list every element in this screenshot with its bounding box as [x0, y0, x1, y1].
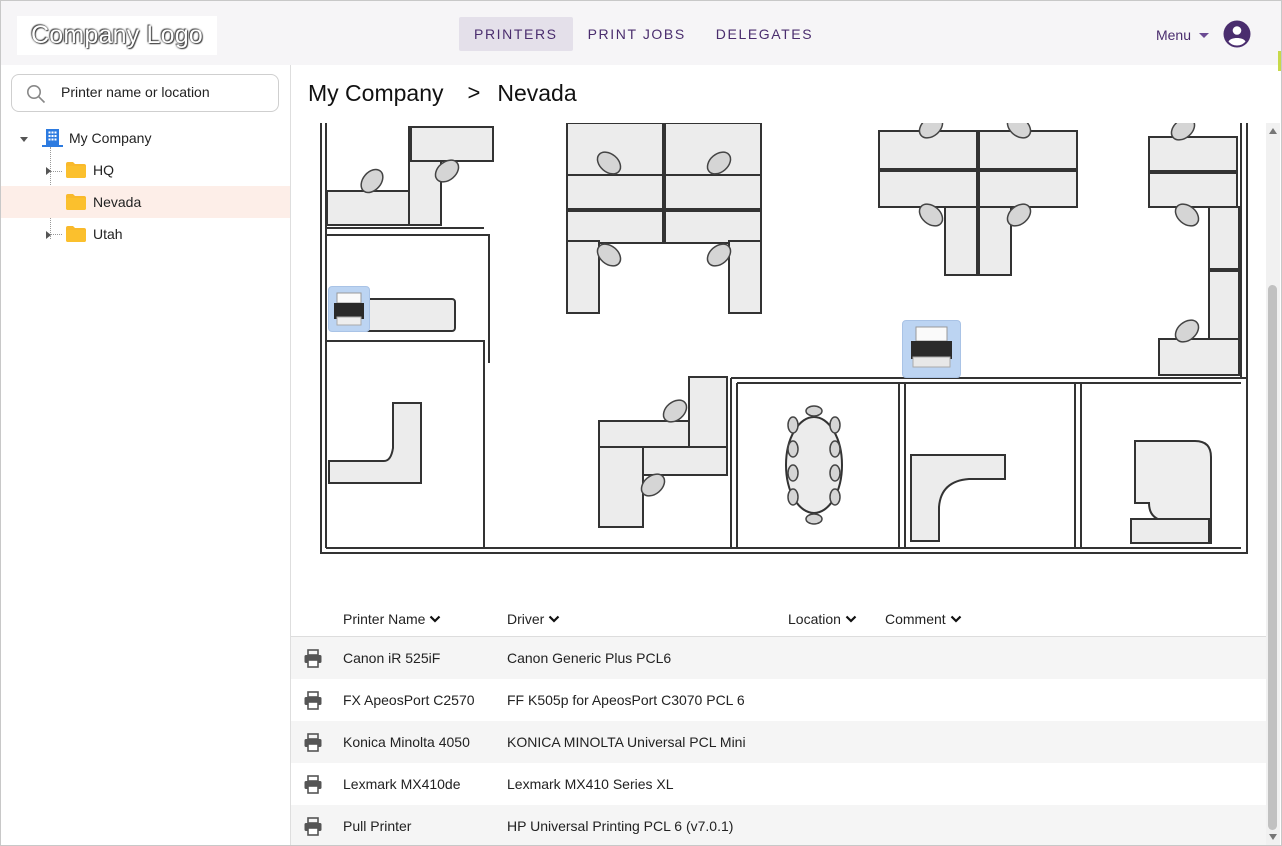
printer-name: Canon iR 525iF — [343, 650, 441, 666]
printer-icon — [304, 649, 322, 668]
expand-toggle-icon[interactable] — [20, 137, 28, 142]
chevron-down-icon — [549, 615, 560, 623]
printer-marker[interactable] — [328, 286, 370, 332]
table-row[interactable]: FX ApeosPort C2570 FF K505p for ApeosPor… — [291, 679, 1266, 721]
breadcrumb: My Company > Nevada — [308, 80, 577, 107]
table-row[interactable]: Pull Printer HP Universal Printing PCL 6… — [291, 805, 1266, 845]
search-box — [11, 74, 279, 112]
printer-driver: FF K505p for ApeosPort C3070 PCL 6 — [507, 692, 745, 708]
tree-item-utah[interactable]: Utah — [1, 218, 290, 250]
scroll-up-arrow-icon[interactable] — [1269, 128, 1277, 134]
account-circle-icon[interactable] — [1223, 20, 1251, 48]
menu-dropdown[interactable]: Menu — [1156, 27, 1209, 43]
printer-name: Lexmark MX410de — [343, 776, 461, 792]
printer-icon — [911, 326, 952, 368]
tree-item-label: HQ — [93, 162, 114, 178]
table-row[interactable]: Canon iR 525iF Canon Generic Plus PCL6 — [291, 637, 1266, 679]
column-label: Printer Name — [343, 611, 426, 627]
chevron-down-icon — [430, 615, 441, 623]
printer-icon — [304, 691, 322, 710]
table-row[interactable]: Lexmark MX410de Lexmark MX410 Series XL — [291, 763, 1266, 805]
column-driver[interactable]: Driver — [507, 611, 560, 627]
tree-item-label: Nevada — [93, 194, 142, 210]
column-comment[interactable]: Comment — [885, 611, 962, 627]
printer-driver: HP Universal Printing PCL 6 (v7.0.1) — [507, 818, 734, 834]
chevron-down-icon — [950, 615, 961, 623]
folder-icon — [66, 162, 86, 178]
main-panel: My Company > Nevada Printer Name Driver … — [291, 65, 1266, 845]
printer-icon — [304, 775, 322, 794]
column-label: Comment — [885, 611, 946, 627]
scroll-down-arrow-icon[interactable] — [1269, 834, 1277, 840]
printer-name: FX ApeosPort C2570 — [343, 692, 475, 708]
search-icon — [27, 85, 46, 104]
folder-icon — [66, 194, 86, 210]
printer-driver: Canon Generic Plus PCL6 — [507, 650, 672, 666]
expand-toggle-icon[interactable] — [46, 167, 51, 175]
tab-printers[interactable]: PRINTERS — [459, 17, 573, 51]
sidebar: My Company HQ Nevada Utah — [1, 65, 291, 845]
top-bar: Company Logo PRINTERS PRINT JOBS DELEGAT… — [1, 1, 1281, 71]
breadcrumb-root[interactable]: My Company — [308, 80, 443, 107]
edge-accent — [1278, 51, 1281, 71]
column-printer-name[interactable]: Printer Name — [343, 611, 441, 627]
tree-item-hq[interactable]: HQ — [1, 154, 290, 186]
breadcrumb-separator: > — [467, 80, 481, 105]
printer-name: Pull Printer — [343, 818, 412, 834]
tree-item-nevada[interactable]: Nevada — [1, 186, 290, 218]
floor-plan — [320, 123, 1248, 554]
printer-icon — [304, 817, 322, 836]
chevron-down-icon — [845, 615, 857, 623]
caret-down-icon — [1199, 32, 1209, 38]
column-label: Location — [788, 611, 841, 627]
menu-label: Menu — [1155, 27, 1191, 43]
printer-icon — [334, 292, 364, 326]
column-label: Driver — [507, 611, 545, 627]
printer-name: Konica Minolta 4050 — [343, 734, 470, 750]
vertical-scrollbar[interactable] — [1266, 123, 1280, 845]
expand-toggle-icon[interactable] — [46, 231, 51, 239]
tab-print-jobs[interactable]: PRINT JOBS — [573, 17, 701, 51]
breadcrumb-current: Nevada — [497, 80, 577, 106]
printer-marker[interactable] — [902, 320, 961, 378]
tree-item-my-company[interactable]: My Company — [1, 122, 290, 154]
column-location[interactable]: Location — [788, 611, 857, 627]
app-window: Company Logo PRINTERS PRINT JOBS DELEGAT… — [0, 0, 1282, 846]
tree-item-label: Utah — [93, 226, 123, 242]
folder-icon — [66, 226, 86, 242]
printer-table-header: Printer Name Driver Location Comment — [291, 603, 1266, 637]
company-logo: Company Logo — [17, 16, 217, 55]
printer-driver: Lexmark MX410 Series XL — [507, 776, 674, 792]
table-row[interactable]: Konica Minolta 4050 KONICA MINOLTA Unive… — [291, 721, 1266, 763]
printer-driver: KONICA MINOLTA Universal PCL Mini — [507, 734, 746, 750]
scrollbar-thumb[interactable] — [1268, 285, 1277, 830]
main-nav: PRINTERS PRINT JOBS DELEGATES — [459, 17, 828, 51]
search-input[interactable] — [59, 83, 263, 101]
building-icon — [42, 129, 63, 147]
tab-delegates[interactable]: DELEGATES — [701, 17, 828, 51]
printer-icon — [304, 733, 322, 752]
tree-item-label: My Company — [69, 130, 152, 146]
